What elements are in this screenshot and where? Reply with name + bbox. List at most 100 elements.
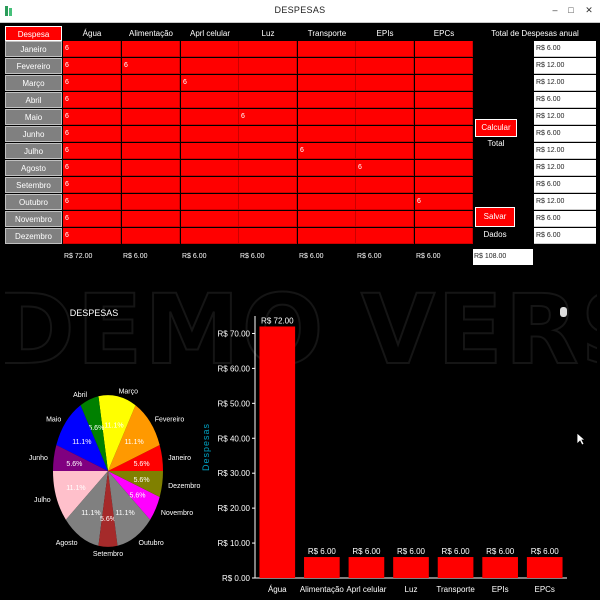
expense-cell[interactable]: 6 [63, 228, 121, 244]
expense-cell[interactable] [298, 177, 356, 193]
expense-cell[interactable] [415, 177, 473, 193]
month-label[interactable]: Dezembro [5, 228, 62, 244]
month-label[interactable]: Novembro [5, 211, 62, 227]
expense-cell[interactable] [356, 41, 414, 57]
expense-cell[interactable] [298, 126, 356, 142]
expense-cell[interactable] [181, 194, 239, 210]
expense-cell[interactable] [122, 41, 180, 57]
expense-cell[interactable] [122, 126, 180, 142]
expense-cell[interactable]: 6 [63, 194, 121, 210]
expense-cell[interactable]: 6 [63, 126, 121, 142]
expense-cell[interactable]: 6 [415, 194, 473, 210]
expense-cell[interactable] [298, 92, 356, 108]
expense-cell[interactable] [356, 109, 414, 125]
expense-cell[interactable] [298, 211, 356, 227]
expense-cell[interactable] [239, 58, 297, 74]
expense-cell[interactable] [239, 228, 297, 244]
expense-cell[interactable]: 6 [63, 58, 121, 74]
expense-cell[interactable] [356, 75, 414, 91]
expense-cell[interactable] [239, 194, 297, 210]
expense-cell[interactable] [415, 211, 473, 227]
expense-cell[interactable] [415, 160, 473, 176]
minimize-icon[interactable]: – [548, 3, 562, 17]
expense-cell[interactable] [239, 177, 297, 193]
expense-cell[interactable] [415, 228, 473, 244]
expense-cell[interactable]: 6 [356, 160, 414, 176]
expense-cell[interactable] [122, 177, 180, 193]
expense-cell[interactable] [298, 160, 356, 176]
expense-cell[interactable] [122, 228, 180, 244]
maximize-icon[interactable]: □ [564, 3, 578, 17]
month-label[interactable]: Janeiro [5, 41, 62, 57]
month-label[interactable]: Outubro [5, 194, 62, 210]
expense-cell[interactable] [122, 194, 180, 210]
expense-cell[interactable] [356, 92, 414, 108]
month-label[interactable]: Junho [5, 126, 62, 142]
expense-cell[interactable]: 6 [63, 177, 121, 193]
expense-cell[interactable] [239, 41, 297, 57]
month-label[interactable]: Agosto [5, 160, 62, 176]
close-icon[interactable]: ✕ [582, 3, 596, 17]
expense-cell[interactable]: 6 [63, 109, 121, 125]
expense-cell[interactable]: 6 [63, 211, 121, 227]
expense-cell[interactable] [239, 92, 297, 108]
expense-cell[interactable]: 6 [63, 160, 121, 176]
expense-cell[interactable]: 6 [63, 41, 121, 57]
expense-cell[interactable] [298, 75, 356, 91]
expense-cell[interactable] [122, 160, 180, 176]
expense-cell[interactable] [181, 228, 239, 244]
salvar-dados-button[interactable]: Salvar Dados [475, 207, 515, 239]
expense-cell[interactable] [415, 75, 473, 91]
expense-cell[interactable] [181, 126, 239, 142]
expense-cell[interactable]: 6 [239, 109, 297, 125]
expense-cell[interactable] [181, 58, 239, 74]
expense-cell[interactable] [415, 143, 473, 159]
expense-cell[interactable] [122, 211, 180, 227]
expense-cell[interactable] [122, 143, 180, 159]
expense-cell[interactable] [356, 126, 414, 142]
scroll-handle[interactable] [560, 307, 567, 317]
expense-cell[interactable] [356, 177, 414, 193]
expense-cell[interactable] [181, 143, 239, 159]
month-label[interactable]: Maio [5, 109, 62, 125]
expense-cell[interactable] [122, 92, 180, 108]
month-label[interactable]: Setembro [5, 177, 62, 193]
expense-cell[interactable]: 6 [298, 143, 356, 159]
calcular-total-button[interactable]: Calcular Total [475, 119, 517, 148]
expense-cell[interactable] [356, 194, 414, 210]
expense-cell[interactable]: 6 [63, 75, 121, 91]
month-label[interactable]: Abril [5, 92, 62, 108]
expense-cell[interactable]: 6 [63, 143, 121, 159]
expense-cell[interactable] [298, 58, 356, 74]
month-label[interactable]: Fevereiro [5, 58, 62, 74]
expense-cell[interactable] [415, 92, 473, 108]
expense-cell[interactable] [356, 58, 414, 74]
expense-cell[interactable] [239, 211, 297, 227]
expense-cell[interactable] [181, 160, 239, 176]
month-label[interactable]: Março [5, 75, 62, 91]
expense-cell[interactable] [181, 177, 239, 193]
expense-cell[interactable] [356, 143, 414, 159]
expense-cell[interactable] [122, 109, 180, 125]
expense-cell[interactable] [415, 126, 473, 142]
expense-cell[interactable] [298, 194, 356, 210]
expense-cell[interactable] [181, 211, 239, 227]
expense-cell[interactable]: 6 [181, 75, 239, 91]
expense-cell[interactable] [298, 109, 356, 125]
expense-cell[interactable] [239, 75, 297, 91]
expense-cell[interactable] [239, 126, 297, 142]
expense-cell[interactable] [298, 228, 356, 244]
expense-cell[interactable] [181, 41, 239, 57]
expense-cell[interactable] [415, 109, 473, 125]
expense-cell[interactable] [298, 41, 356, 57]
expense-cell[interactable]: 6 [122, 58, 180, 74]
expense-cell[interactable] [122, 75, 180, 91]
expense-cell[interactable] [356, 228, 414, 244]
expense-cell[interactable] [181, 109, 239, 125]
expense-cell[interactable] [356, 211, 414, 227]
expense-cell[interactable]: 6 [63, 92, 121, 108]
expense-cell[interactable] [415, 58, 473, 74]
expense-cell[interactable] [181, 92, 239, 108]
expense-cell[interactable] [239, 143, 297, 159]
expense-cell[interactable] [239, 160, 297, 176]
